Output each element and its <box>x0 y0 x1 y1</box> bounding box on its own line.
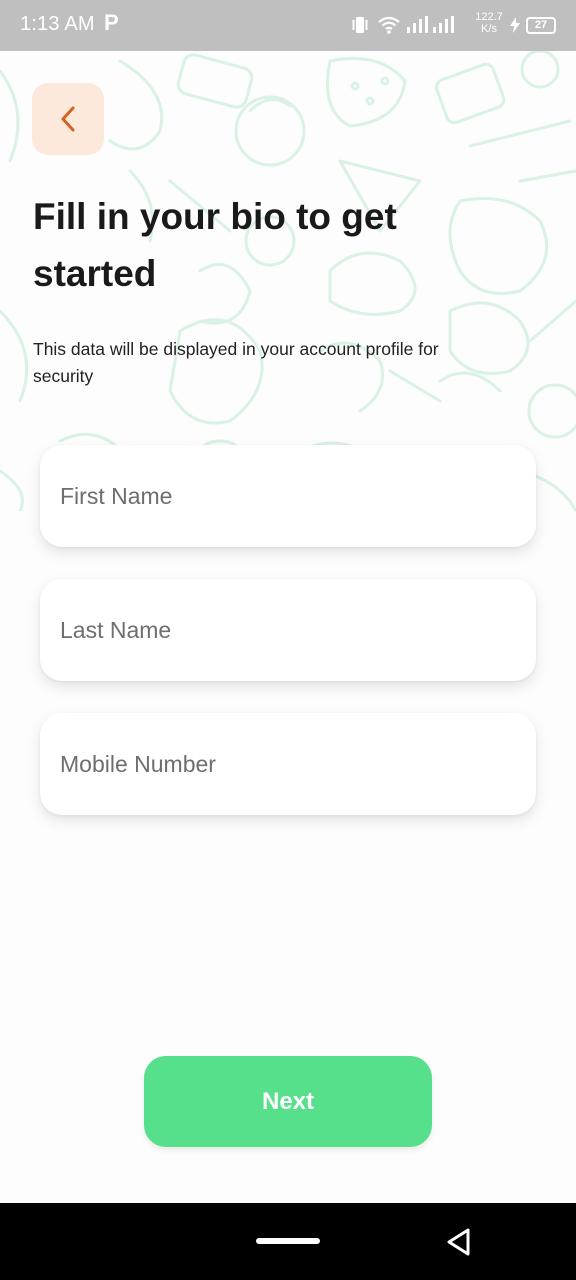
navigation-bar <box>0 1203 576 1280</box>
back-triangle-icon[interactable] <box>444 1227 474 1257</box>
page-title: Fill in your bio to get started <box>33 196 397 294</box>
status-bar: 1:13 AM P 122.7 K/s 27 <box>0 0 576 51</box>
back-button[interactable] <box>32 83 104 155</box>
first-name-field <box>40 445 536 547</box>
mobile-number-input[interactable] <box>40 713 536 815</box>
last-name-input[interactable] <box>40 579 536 681</box>
battery-indicator: 27 <box>526 17 556 34</box>
home-gesture-pill[interactable] <box>256 1238 320 1244</box>
signal-icon <box>407 16 454 33</box>
first-name-input[interactable] <box>40 445 536 547</box>
network-speed: 122.7 K/s <box>472 11 506 35</box>
chevron-left-icon <box>61 106 75 132</box>
status-time: 1:13 AM <box>20 13 95 35</box>
network-speed-unit: K/s <box>481 23 497 35</box>
charging-bolt-icon <box>510 17 520 33</box>
network-speed-value: 122.7 <box>475 11 503 23</box>
vibrate-icon <box>352 17 368 33</box>
wifi-icon <box>378 16 400 34</box>
page-subtitle: This data will be displayed in your acco… <box>33 339 439 386</box>
app-notification-indicator: P <box>104 10 119 35</box>
mobile-number-field <box>40 713 536 815</box>
next-button[interactable]: Next <box>144 1056 432 1147</box>
last-name-field <box>40 579 536 681</box>
